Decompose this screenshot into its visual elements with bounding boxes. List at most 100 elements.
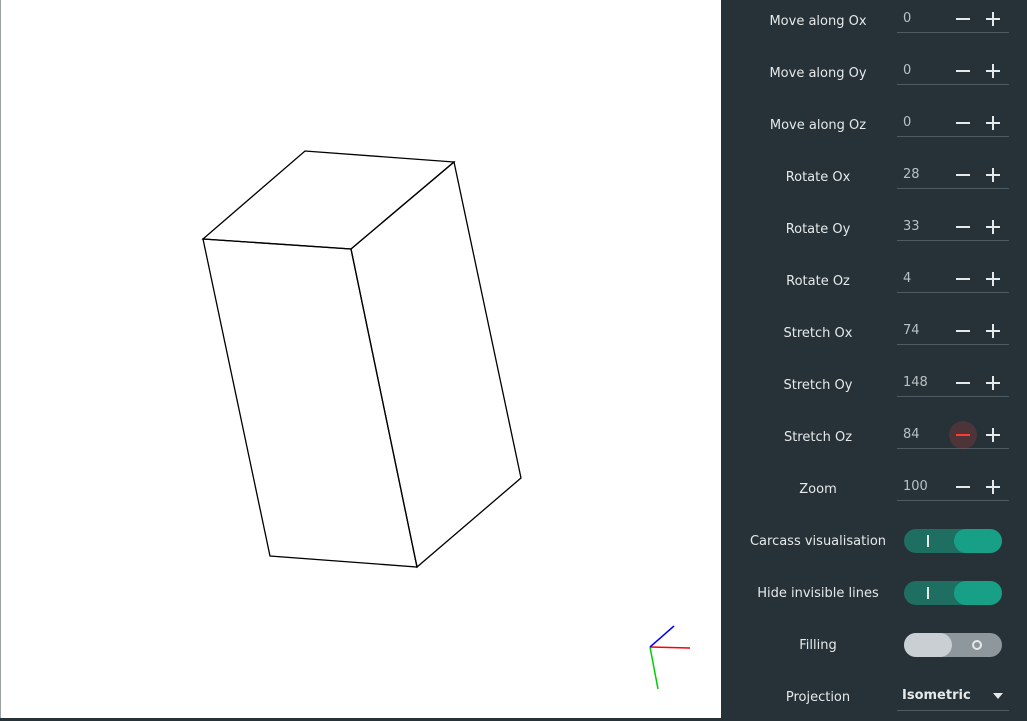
hide-invisible-toggle[interactable] xyxy=(904,581,1002,605)
render-viewport[interactable] xyxy=(0,0,721,718)
filling-label: Filling xyxy=(799,637,837,653)
stretch-oz-increment-button[interactable] xyxy=(979,421,1007,449)
stretch-oy-increment-button[interactable] xyxy=(979,369,1007,397)
rotate-oz-decrement-button[interactable] xyxy=(949,265,977,293)
rotate-oz-row: Rotate Oz 4 xyxy=(721,255,1027,307)
move-ox-label: Move along Ox xyxy=(769,13,867,29)
box-side-face xyxy=(350,160,522,569)
box-top-face xyxy=(201,150,456,250)
rotate-oz-label: Rotate Oz xyxy=(786,273,850,289)
filling-toggle[interactable] xyxy=(904,633,1002,657)
stretch-oz-label: Stretch Oz xyxy=(783,429,853,445)
axis-x-icon xyxy=(649,646,691,649)
minus-icon xyxy=(956,434,970,436)
minus-icon xyxy=(956,18,970,20)
zoom-increment-button[interactable] xyxy=(979,473,1007,501)
stretch-oy-spinbox[interactable]: 148 xyxy=(897,369,1009,397)
rotate-ox-row: Rotate Ox 28 xyxy=(721,151,1027,203)
rotate-oy-row: Rotate Oy 33 xyxy=(721,203,1027,255)
move-oz-label: Move along Oz xyxy=(769,117,867,133)
zoom-spinbox[interactable]: 100 xyxy=(897,473,1009,501)
toggle-knob xyxy=(954,529,1002,553)
projection-label: Projection xyxy=(785,689,851,705)
rotate-oz-increment-button[interactable] xyxy=(979,265,1007,293)
projection-row: Projection Isometric xyxy=(721,671,1027,721)
carcass-toggle[interactable] xyxy=(904,529,1002,553)
stretch-ox-value[interactable]: 74 xyxy=(903,317,920,344)
rotate-ox-label: Rotate Ox xyxy=(785,169,851,185)
carcass-label: Carcass visualisation xyxy=(749,533,887,549)
stretch-oy-row: Stretch Oy 148 xyxy=(721,359,1027,411)
scene-canvas xyxy=(201,150,691,690)
control-panel: Move along Ox 0 Move along Oy 0 Move alo… xyxy=(721,0,1027,718)
axes-gizmo xyxy=(649,625,691,690)
move-oy-row: Move along Oy 0 xyxy=(721,47,1027,99)
minus-icon xyxy=(956,278,970,280)
move-ox-decrement-button[interactable] xyxy=(949,5,977,33)
move-ox-increment-button[interactable] xyxy=(979,5,1007,33)
zoom-label: Zoom xyxy=(799,481,837,497)
chevron-down-icon[interactable] xyxy=(993,693,1003,699)
rotate-oy-decrement-button[interactable] xyxy=(949,213,977,241)
move-oz-increment-button[interactable] xyxy=(979,109,1007,137)
move-oz-row: Move along Oz 0 xyxy=(721,99,1027,151)
stretch-ox-decrement-button[interactable] xyxy=(949,317,977,345)
move-oy-label: Move along Oy xyxy=(769,65,867,81)
stretch-oy-decrement-button[interactable] xyxy=(949,369,977,397)
rotate-oy-spinbox[interactable]: 33 xyxy=(897,213,1009,241)
stretch-oz-spinbox[interactable]: 84 xyxy=(897,421,1009,449)
toggle-off-mark-icon xyxy=(972,640,982,650)
rotate-ox-spinbox[interactable]: 28 xyxy=(897,161,1009,189)
zoom-decrement-button[interactable] xyxy=(949,473,977,501)
move-ox-spinbox[interactable]: 0 xyxy=(897,5,1009,33)
stretch-oz-row: Stretch Oz 84 xyxy=(721,411,1027,463)
axis-y-icon xyxy=(649,646,659,690)
projection-value[interactable]: Isometric xyxy=(902,681,971,710)
move-oy-decrement-button[interactable] xyxy=(949,57,977,85)
rotate-ox-value[interactable]: 28 xyxy=(903,161,920,188)
move-oz-decrement-button[interactable] xyxy=(949,109,977,137)
move-oz-spinbox[interactable]: 0 xyxy=(897,109,1009,137)
rotate-oy-increment-button[interactable] xyxy=(979,213,1007,241)
move-oy-increment-button[interactable] xyxy=(979,57,1007,85)
stretch-oz-decrement-button[interactable] xyxy=(949,421,977,449)
move-oz-value[interactable]: 0 xyxy=(903,109,911,136)
axis-z-icon xyxy=(649,625,675,648)
stretch-oy-label: Stretch Oy xyxy=(783,377,853,393)
rotate-ox-increment-button[interactable] xyxy=(979,161,1007,189)
move-oy-value[interactable]: 0 xyxy=(903,57,911,84)
filling-row: Filling xyxy=(721,619,1027,671)
rotate-ox-decrement-button[interactable] xyxy=(949,161,977,189)
minus-icon xyxy=(956,330,970,332)
toggle-knob xyxy=(954,581,1002,605)
app-window: Move along Ox 0 Move along Oy 0 Move alo… xyxy=(0,0,1027,721)
minus-icon xyxy=(956,70,970,72)
rotate-oz-spinbox[interactable]: 4 xyxy=(897,265,1009,293)
minus-icon xyxy=(956,174,970,176)
rotate-oz-value[interactable]: 4 xyxy=(903,265,911,292)
zoom-row: Zoom 100 xyxy=(721,463,1027,515)
toggle-on-mark-icon xyxy=(927,535,929,547)
carcass-row: Carcass visualisation xyxy=(721,515,1027,567)
box-front-face xyxy=(202,238,418,568)
stretch-ox-label: Stretch Ox xyxy=(783,325,853,341)
stretch-ox-spinbox[interactable]: 74 xyxy=(897,317,1009,345)
stretch-ox-increment-button[interactable] xyxy=(979,317,1007,345)
toggle-knob xyxy=(904,633,952,657)
projection-select[interactable]: Isometric xyxy=(897,681,1009,711)
move-oy-spinbox[interactable]: 0 xyxy=(897,57,1009,85)
stretch-oy-value[interactable]: 148 xyxy=(903,369,928,396)
minus-icon xyxy=(956,122,970,124)
stretch-ox-row: Stretch Ox 74 xyxy=(721,307,1027,359)
zoom-value[interactable]: 100 xyxy=(903,473,928,500)
stretch-oz-value[interactable]: 84 xyxy=(903,421,920,448)
rotate-oy-label: Rotate Oy xyxy=(785,221,851,237)
rotate-oy-value[interactable]: 33 xyxy=(903,213,920,240)
minus-icon xyxy=(956,382,970,384)
minus-icon xyxy=(956,226,970,228)
hide-invisible-label: Hide invisible lines xyxy=(757,585,879,601)
toggle-on-mark-icon xyxy=(927,587,929,599)
move-ox-value[interactable]: 0 xyxy=(903,5,911,32)
minus-icon xyxy=(956,486,970,488)
move-ox-row: Move along Ox 0 xyxy=(721,0,1027,47)
